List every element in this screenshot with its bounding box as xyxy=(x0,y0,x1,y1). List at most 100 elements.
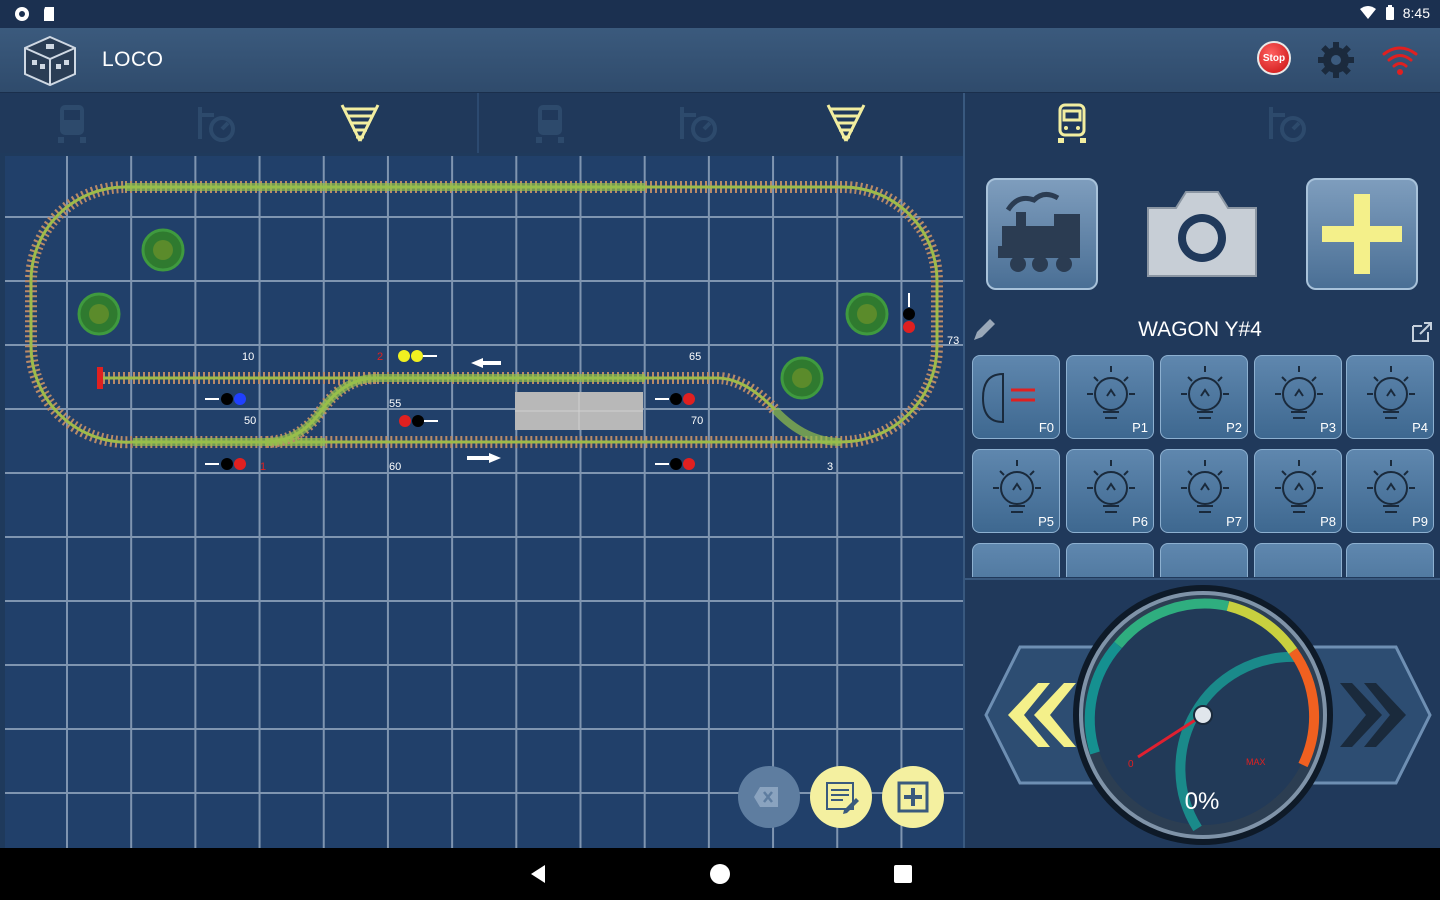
block-label: 3 xyxy=(827,461,834,473)
signal[interactable] xyxy=(903,293,915,333)
train-icon[interactable] xyxy=(50,101,94,145)
loco-name: WAGON Y#4 xyxy=(1138,318,1262,341)
speed-max-label: MAX xyxy=(1246,757,1266,767)
speedometer-icon[interactable] xyxy=(676,101,720,145)
block-label: 60 xyxy=(389,461,402,473)
block-label: 70 xyxy=(691,415,704,427)
direction-arrow-right[interactable] xyxy=(467,453,501,463)
app-logo-icon xyxy=(24,35,76,87)
system-nav-bar xyxy=(0,848,1440,900)
plus-icon xyxy=(1322,194,1402,274)
stop-button[interactable]: Stop xyxy=(1257,41,1291,75)
open-external-icon[interactable] xyxy=(1410,320,1434,344)
close-fab-button[interactable] xyxy=(738,766,800,828)
status-bar: 8:45 xyxy=(0,0,1440,28)
block-label: 55 xyxy=(389,398,402,410)
function-buttons-grid: F0 P1 P2 P3 P4 P5 P6 P7 P8 P9 xyxy=(970,355,1438,577)
function-button-p3[interactable]: P3 xyxy=(1254,355,1342,439)
direction-arrow-left[interactable] xyxy=(471,358,501,368)
stop-label: Stop xyxy=(1262,52,1286,64)
function-button[interactable] xyxy=(1066,543,1154,577)
tree[interactable] xyxy=(780,356,824,400)
wifi-connection-icon[interactable] xyxy=(1380,40,1420,80)
block-label: 1 xyxy=(260,461,267,473)
station-platform[interactable] xyxy=(515,392,643,430)
function-label: P4 xyxy=(1412,420,1428,435)
speedometer-icon[interactable] xyxy=(1265,101,1309,145)
loco-toolbar xyxy=(965,93,1440,153)
sd-card-icon xyxy=(44,7,54,21)
outer-track[interactable] xyxy=(24,181,943,449)
function-label: P5 xyxy=(1038,514,1054,529)
function-button[interactable] xyxy=(1346,543,1434,577)
toolbar-divider xyxy=(477,93,479,153)
block-label: 2 xyxy=(377,351,384,363)
function-button[interactable] xyxy=(1160,543,1248,577)
function-button-p9[interactable]: P9 xyxy=(1346,449,1434,533)
function-label: P6 xyxy=(1132,514,1148,529)
clear-icon xyxy=(754,787,778,807)
settings-gear-icon[interactable] xyxy=(1316,40,1356,80)
add-element-fab-button[interactable] xyxy=(882,766,944,828)
edit-layout-icon xyxy=(826,782,859,814)
back-icon[interactable] xyxy=(527,863,549,885)
signal[interactable] xyxy=(399,415,438,427)
battery-icon xyxy=(1385,5,1394,20)
function-button[interactable] xyxy=(972,543,1060,577)
recents-icon[interactable] xyxy=(892,863,914,885)
wifi-status-icon xyxy=(1359,6,1376,19)
train-icon[interactable] xyxy=(528,101,572,145)
notification-icon xyxy=(15,7,29,21)
tree[interactable] xyxy=(141,228,185,272)
tree[interactable] xyxy=(77,292,121,336)
section-divider xyxy=(965,578,1440,580)
buffer-stop[interactable] xyxy=(97,367,103,389)
block-label: 50 xyxy=(244,415,257,427)
function-button-p4[interactable]: P4 xyxy=(1346,355,1434,439)
function-button-p1[interactable]: P1 xyxy=(1066,355,1154,439)
home-icon[interactable] xyxy=(709,863,731,885)
track-layout-canvas[interactable]: 10 2 65 73 50 55 70 1 60 3 xyxy=(5,156,963,848)
function-label: P3 xyxy=(1320,420,1336,435)
function-button[interactable] xyxy=(1254,543,1342,577)
track-icon[interactable] xyxy=(338,101,382,145)
loco-image-button[interactable] xyxy=(986,178,1098,290)
function-label: P7 xyxy=(1226,514,1242,529)
block-label: 73 xyxy=(947,335,960,347)
signal[interactable] xyxy=(205,393,246,405)
function-button-p2[interactable]: P2 xyxy=(1160,355,1248,439)
speedometer-icon[interactable] xyxy=(194,101,238,145)
status-time: 8:45 xyxy=(1402,5,1430,21)
function-label: P8 xyxy=(1320,514,1336,529)
function-button-f0[interactable]: F0 xyxy=(972,355,1060,439)
function-label: P1 xyxy=(1132,420,1148,435)
tree[interactable] xyxy=(845,292,889,336)
function-label: P2 xyxy=(1226,420,1242,435)
function-button-p5[interactable]: P5 xyxy=(972,449,1060,533)
signal[interactable] xyxy=(655,393,695,405)
signal[interactable] xyxy=(398,350,437,362)
block-label: 10 xyxy=(242,351,255,363)
track-icon[interactable] xyxy=(824,101,868,145)
inner-siding-track[interactable] xyxy=(103,372,780,448)
block-label: 65 xyxy=(689,351,702,363)
edit-layout-fab-button[interactable] xyxy=(810,766,872,828)
function-button-p8[interactable]: P8 xyxy=(1254,449,1342,533)
function-label: F0 xyxy=(1038,420,1054,435)
function-button-p7[interactable]: P7 xyxy=(1160,449,1248,533)
function-button-p6[interactable]: P6 xyxy=(1066,449,1154,533)
locomotive-icon xyxy=(998,192,1080,272)
function-label: P9 xyxy=(1412,514,1428,529)
signal[interactable] xyxy=(655,458,695,470)
signal[interactable] xyxy=(205,458,246,470)
camera-icon[interactable] xyxy=(1142,186,1262,282)
app-title: LOCO xyxy=(102,48,164,71)
speed-min-label: 0 xyxy=(1128,759,1134,770)
add-icon xyxy=(897,781,929,813)
edit-pencil-icon[interactable] xyxy=(970,316,998,344)
train-icon[interactable] xyxy=(1050,101,1094,145)
app-bar: LOCO Stop xyxy=(0,28,1440,94)
add-loco-button[interactable] xyxy=(1306,178,1418,290)
layout-toolbar xyxy=(0,93,963,153)
speed-percent: 0% xyxy=(1184,788,1220,815)
